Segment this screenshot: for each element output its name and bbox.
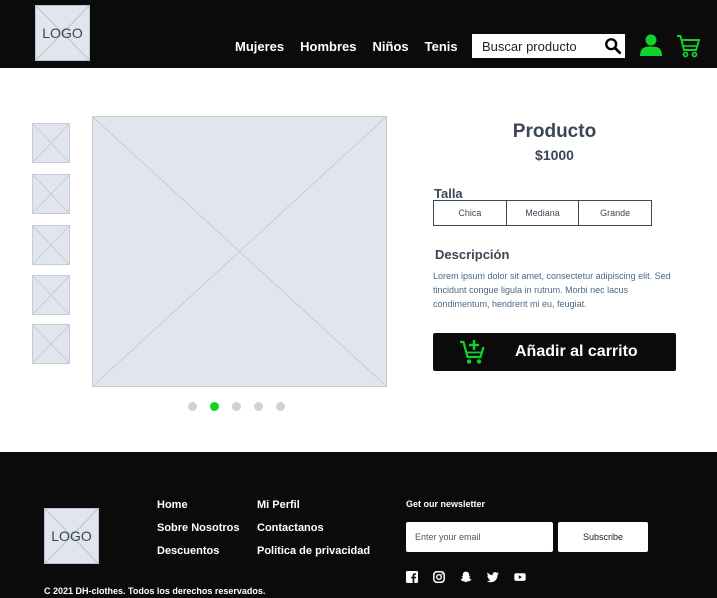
product-thumbnail[interactable]: [32, 275, 70, 315]
add-cart-icon: [460, 340, 485, 364]
footer-link-privacidad[interactable]: Politica de privacidad: [257, 545, 370, 568]
footer-links-col1: Home Sobre Nosotros Descuentos: [157, 499, 240, 568]
nav-item-mujeres[interactable]: Mujeres: [235, 39, 284, 54]
image-placeholder-icon: [33, 124, 69, 162]
image-placeholder-icon: [93, 117, 386, 386]
product-thumbnail[interactable]: [32, 123, 70, 163]
search-box: [472, 34, 625, 58]
description-label: Descripción: [435, 247, 510, 262]
search-icon[interactable]: [604, 37, 622, 55]
description-text: Lorem ipsum dolor sit amet, consectetur …: [433, 271, 671, 309]
product-main-image: [92, 116, 387, 387]
size-option-mediana[interactable]: Mediana: [506, 201, 580, 225]
instagram-icon[interactable]: [433, 571, 445, 583]
image-placeholder-icon: [33, 276, 69, 314]
add-to-cart-button[interactable]: Añadir al carrito: [433, 333, 676, 371]
carousel-dot[interactable]: [232, 402, 241, 411]
newsletter-email-input[interactable]: [406, 522, 553, 552]
copyright-text: C 2021 DH-clothes. Todos los derechos re…: [44, 586, 266, 596]
social-links: [406, 571, 526, 583]
site-header: LOGO Mujeres Hombres Niños Tenis: [0, 0, 717, 68]
size-option-chica[interactable]: Chica: [434, 201, 507, 225]
carousel-dot[interactable]: [188, 402, 197, 411]
newsletter-title: Get our newsletter: [406, 499, 486, 509]
product-thumbnail[interactable]: [32, 225, 70, 265]
add-to-cart-label: Añadir al carrito: [515, 343, 638, 360]
header-logo[interactable]: LOGO: [35, 5, 90, 61]
carousel-dot[interactable]: [254, 402, 263, 411]
image-placeholder-icon: [33, 325, 69, 363]
facebook-icon[interactable]: [406, 571, 418, 583]
product-title: Producto: [512, 121, 597, 142]
image-placeholder-icon: [33, 226, 69, 264]
product-price: $1000: [535, 147, 574, 163]
product-thumbnail[interactable]: [32, 174, 70, 214]
main-nav: Mujeres Hombres Niños Tenis: [235, 39, 474, 54]
logo-text: LOGO: [51, 528, 92, 544]
footer-logo[interactable]: LOGO: [44, 508, 99, 564]
site-footer: LOGO Home Sobre Nosotros Descuentos Mi P…: [0, 452, 717, 598]
footer-link-contactanos[interactable]: Contactanos: [257, 522, 370, 545]
subscribe-button[interactable]: Subscribe: [558, 522, 648, 552]
snapchat-icon[interactable]: [460, 571, 472, 583]
youtube-icon[interactable]: [514, 571, 526, 583]
carousel-dot[interactable]: [276, 402, 285, 411]
image-placeholder-icon: [33, 175, 69, 213]
carousel-dots: [188, 402, 285, 411]
cart-icon[interactable]: [676, 34, 700, 58]
nav-item-ninos[interactable]: Niños: [373, 39, 409, 54]
user-icon[interactable]: [640, 34, 662, 56]
nav-item-hombres[interactable]: Hombres: [300, 39, 356, 54]
nav-item-tenis[interactable]: Tenis: [425, 39, 458, 54]
footer-link-sobre-nosotros[interactable]: Sobre Nosotros: [157, 522, 240, 545]
size-selector: Chica Mediana Grande: [433, 200, 652, 226]
footer-link-mi-perfil[interactable]: Mi Perfil: [257, 499, 370, 522]
twitter-icon[interactable]: [487, 571, 499, 583]
footer-link-home[interactable]: Home: [157, 499, 240, 522]
size-label: Talla: [434, 186, 463, 201]
size-option-grande[interactable]: Grande: [579, 201, 652, 225]
product-thumbnail[interactable]: [32, 324, 70, 364]
logo-text: LOGO: [42, 25, 83, 41]
footer-links-col2: Mi Perfil Contactanos Politica de privac…: [257, 499, 370, 568]
search-input[interactable]: [472, 35, 597, 57]
footer-link-descuentos[interactable]: Descuentos: [157, 545, 240, 568]
carousel-dot-active[interactable]: [210, 402, 219, 411]
